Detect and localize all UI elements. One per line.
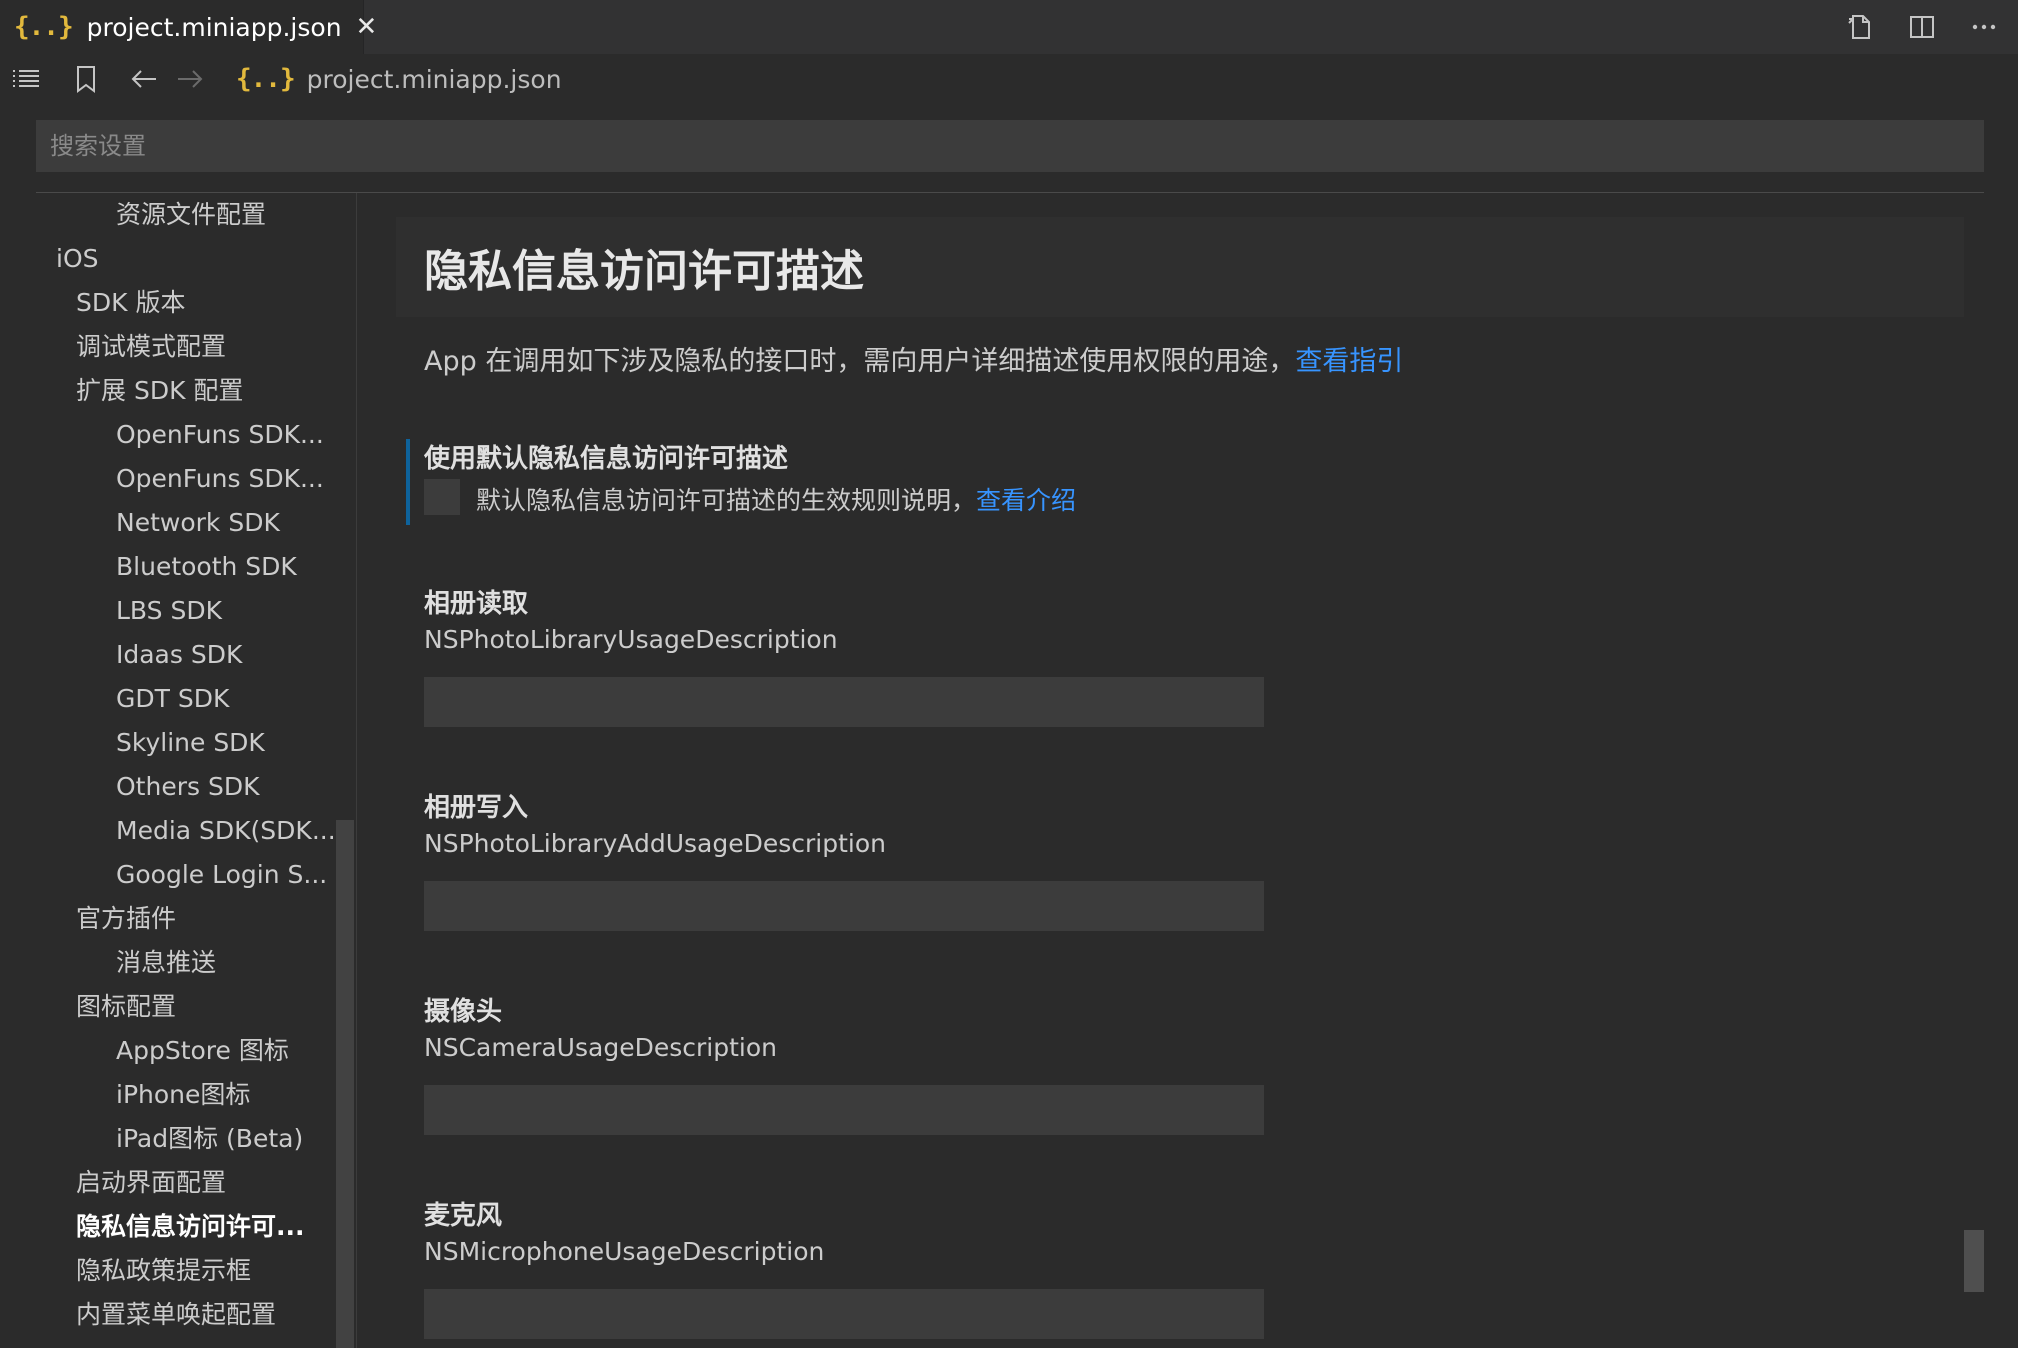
bookmark-icon[interactable] (66, 59, 106, 99)
sidebar-item[interactable]: Idaas SDK (116, 633, 242, 677)
breadcrumb-file-label: project.miniapp.json (306, 64, 562, 94)
sidebar-item[interactable]: OpenFuns SDK... (116, 413, 324, 457)
sidebar-item[interactable]: AppStore 图标 (116, 1029, 289, 1073)
sidebar-item[interactable]: Media SDK(SDK... (116, 809, 336, 853)
sidebar-item-privacy-description[interactable]: 隐私信息访问许可... (76, 1205, 305, 1249)
sidebar-item[interactable]: Skyline SDK (116, 721, 265, 765)
sidebar-item[interactable]: 官方插件 (76, 897, 176, 941)
photo-library-usage-input[interactable] (424, 677, 1264, 727)
field-key-camera: NSCameraUsageDescription (424, 1033, 777, 1062)
sidebar-item[interactable]: 图标配置 (76, 985, 176, 1029)
editor-actions (1842, 0, 2018, 54)
more-actions-icon[interactable] (1966, 9, 2002, 45)
tab-title: project.miniapp.json (86, 12, 342, 42)
field-key-photo-write: NSPhotoLibraryAddUsageDescription (424, 829, 886, 858)
sidebar-item[interactable]: Bluetooth SDK (116, 545, 297, 589)
sidebar-item[interactable]: 扩展 SDK 配置 (76, 369, 243, 413)
json-braces-icon: {..} (14, 12, 74, 42)
sidebar-divider (356, 193, 357, 1348)
default-privacy-checkbox[interactable] (424, 479, 460, 515)
tab-bar: {..} project.miniapp.json ✕ (0, 0, 2018, 54)
field-label-photo-read: 相册读取 (424, 589, 529, 619)
field-key-microphone: NSMicrophoneUsageDescription (424, 1237, 825, 1266)
section-header: 隐私信息访问许可描述 (396, 217, 1964, 317)
search-input[interactable] (36, 120, 1984, 172)
sidebar-item[interactable]: 资源文件配置 (116, 193, 266, 237)
camera-usage-input[interactable] (424, 1085, 1264, 1135)
sidebar-item[interactable]: Others SDK (116, 765, 259, 809)
sidebar-scrollbar[interactable] (336, 820, 354, 1348)
default-privacy-description: 默认隐私信息访问许可描述的生效规则说明，查看介绍 (476, 481, 1076, 517)
close-icon[interactable]: ✕ (356, 12, 378, 42)
sidebar-item[interactable]: Google Login S... (116, 853, 327, 897)
json-braces-icon: {..} (236, 64, 296, 94)
sidebar-item[interactable]: Network SDK (116, 501, 280, 545)
sidebar-item[interactable]: 启动界面配置 (76, 1161, 226, 1205)
breadcrumb-file[interactable]: {..} project.miniapp.json (236, 64, 562, 94)
sidebar-item[interactable]: 内置菜单唤起配置 (76, 1293, 276, 1337)
content-scrollbar[interactable] (1964, 1230, 1984, 1292)
sidebar-item[interactable]: iPad图标 (Beta) (116, 1117, 303, 1161)
sidebar-item[interactable]: SDK 版本 (76, 281, 185, 325)
sidebar-item[interactable]: GDT SDK (116, 677, 229, 721)
settings-content: 隐私信息访问许可描述 App 在调用如下涉及隐私的接口时，需向用户详细描述使用权… (396, 193, 1980, 1348)
settings-editor-window: {..} project.miniapp.json ✕ {..} project… (0, 0, 2018, 1348)
sidebar-item[interactable]: OpenFuns SDK... (116, 457, 324, 501)
checkbox-description-text: 默认隐私信息访问许可描述的生效规则说明， (476, 486, 977, 515)
view-intro-link[interactable]: 查看介绍 (976, 486, 1076, 515)
sidebar-item[interactable]: 隐私政策提示框 (76, 1249, 251, 1293)
sidebar-item[interactable]: 调试模式配置 (76, 325, 226, 369)
photo-library-add-usage-input[interactable] (424, 881, 1264, 931)
split-editor-icon[interactable] (1904, 9, 1940, 45)
field-label-camera: 摄像头 (424, 997, 503, 1027)
sidebar-item[interactable]: iPhone图标 (116, 1073, 250, 1117)
outline-list-icon[interactable] (6, 59, 46, 99)
page-title: 隐私信息访问许可描述 (424, 246, 864, 297)
microphone-usage-input[interactable] (424, 1289, 1264, 1339)
intro-text: App 在调用如下涉及隐私的接口时，需向用户详细描述使用权限的用途，查看指引 (424, 339, 1403, 378)
default-privacy-label: 使用默认隐私信息访问许可描述 (424, 444, 789, 474)
sidebar-item[interactable]: 消息推送 (116, 941, 216, 985)
focus-indicator (406, 439, 410, 525)
back-arrow-icon[interactable] (124, 59, 164, 99)
view-guide-link[interactable]: 查看指引 (1295, 346, 1403, 377)
field-label-microphone: 麦克风 (424, 1201, 503, 1231)
open-changes-icon[interactable] (1842, 9, 1878, 45)
intro-description: App 在调用如下涉及隐私的接口时，需向用户详细描述使用权限的用途， (424, 346, 1296, 377)
sidebar-item[interactable]: iOS (56, 237, 99, 281)
field-key-photo-read: NSPhotoLibraryUsageDescription (424, 625, 838, 654)
sidebar-item[interactable]: LBS SDK (116, 589, 222, 633)
tab-project-miniapp-json[interactable]: {..} project.miniapp.json ✕ (0, 0, 377, 54)
forward-arrow-icon[interactable] (170, 59, 210, 99)
breadcrumb: {..} project.miniapp.json (0, 54, 2018, 104)
settings-toc-sidebar: 资源文件配置 iOS SDK 版本 调试模式配置 扩展 SDK 配置 OpenF… (36, 193, 356, 1348)
field-label-photo-write: 相册写入 (424, 793, 529, 823)
